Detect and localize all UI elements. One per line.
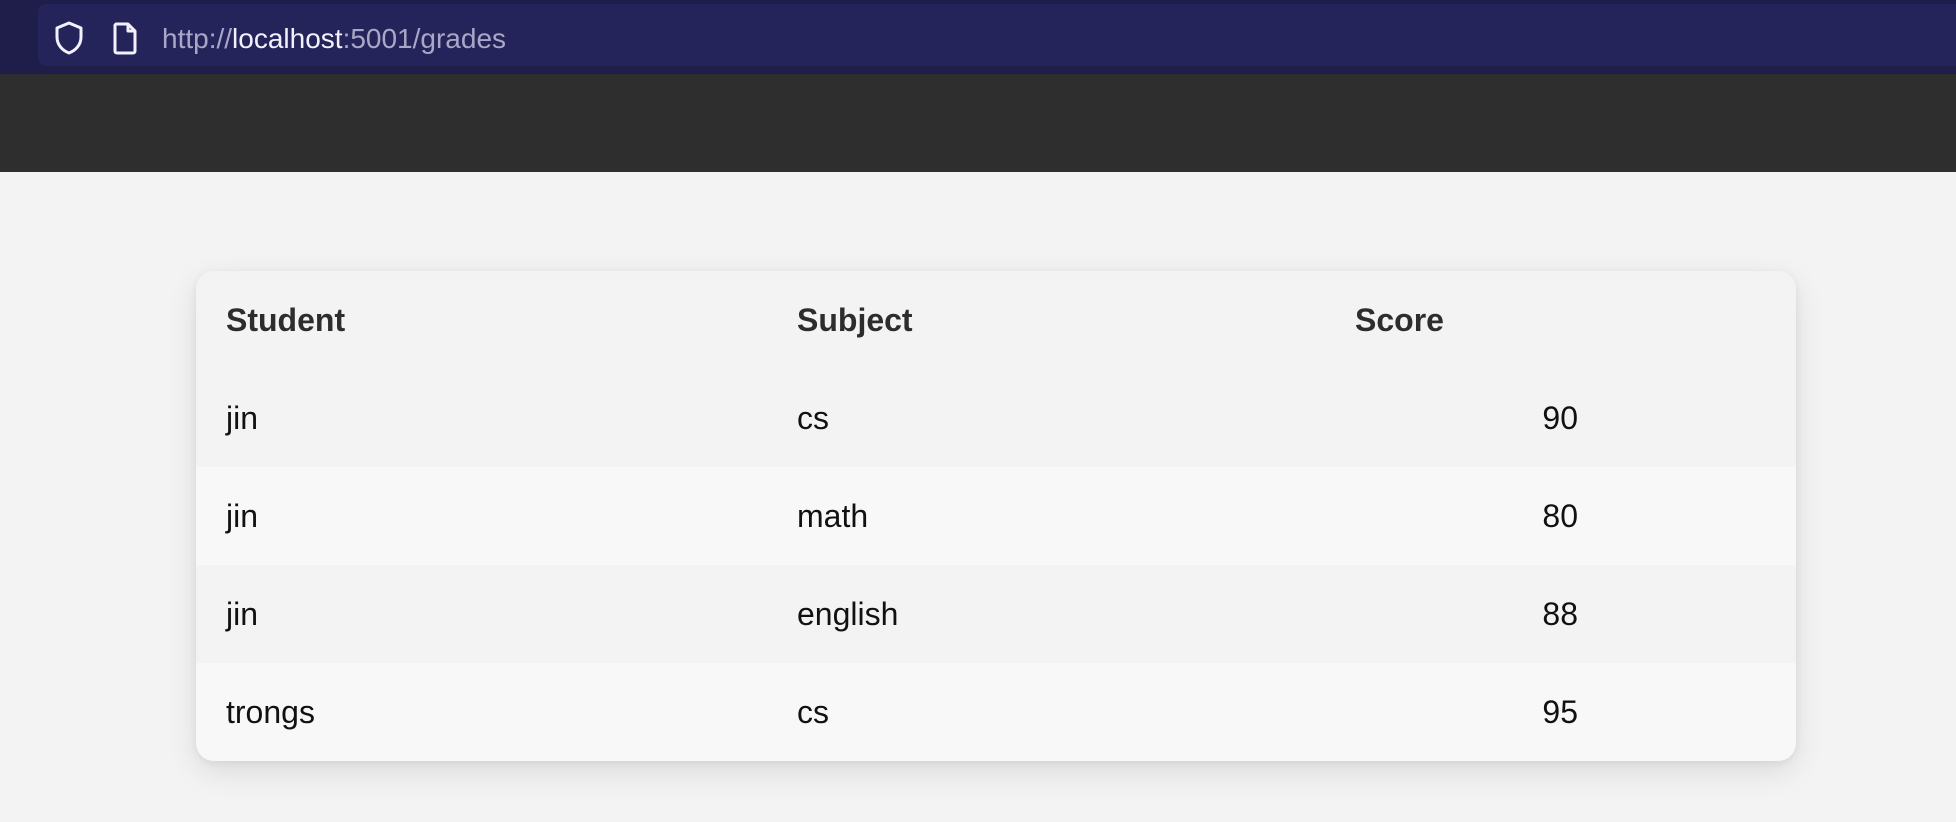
column-header-subject: Subject: [767, 271, 1325, 369]
table-header: Student Subject Score: [196, 271, 1796, 369]
url-text[interactable]: http://localhost:5001/grades: [162, 22, 506, 56]
student-cell: jin: [196, 565, 767, 663]
url-bar[interactable]: http://localhost:5001/grades: [38, 4, 1956, 66]
url-host: localhost: [232, 23, 343, 54]
shield-icon[interactable]: [52, 21, 86, 55]
student-cell: trongs: [196, 663, 767, 761]
grades-table: Student Subject Score jin cs 90 jin math…: [196, 271, 1796, 761]
student-cell: jin: [196, 467, 767, 565]
url-scheme: http://: [162, 23, 233, 54]
score-cell: 88: [1325, 565, 1796, 663]
url-path: :5001/grades: [342, 23, 507, 54]
grades-table-card: Student Subject Score jin cs 90 jin math…: [196, 271, 1796, 761]
table-body: jin cs 90 jin math 80 jin english 88 tro…: [196, 369, 1796, 761]
column-header-student: Student: [196, 271, 767, 369]
score-cell: 95: [1325, 663, 1796, 761]
subject-cell: math: [767, 467, 1325, 565]
score-cell: 80: [1325, 467, 1796, 565]
table-row: jin cs 90: [196, 369, 1796, 467]
column-header-score: Score: [1325, 271, 1796, 369]
browser-toolbar: http://localhost:5001/grades: [0, 0, 1956, 74]
table-row: jin english 88: [196, 565, 1796, 663]
subject-cell: cs: [767, 369, 1325, 467]
student-cell: jin: [196, 369, 767, 467]
table-row: trongs cs 95: [196, 663, 1796, 761]
subject-cell: cs: [767, 663, 1325, 761]
subject-cell: english: [767, 565, 1325, 663]
table-row: jin math 80: [196, 467, 1796, 565]
table-header-row: Student Subject Score: [196, 271, 1796, 369]
score-cell: 90: [1325, 369, 1796, 467]
app-header: [0, 74, 1956, 172]
page-icon: [108, 21, 142, 55]
